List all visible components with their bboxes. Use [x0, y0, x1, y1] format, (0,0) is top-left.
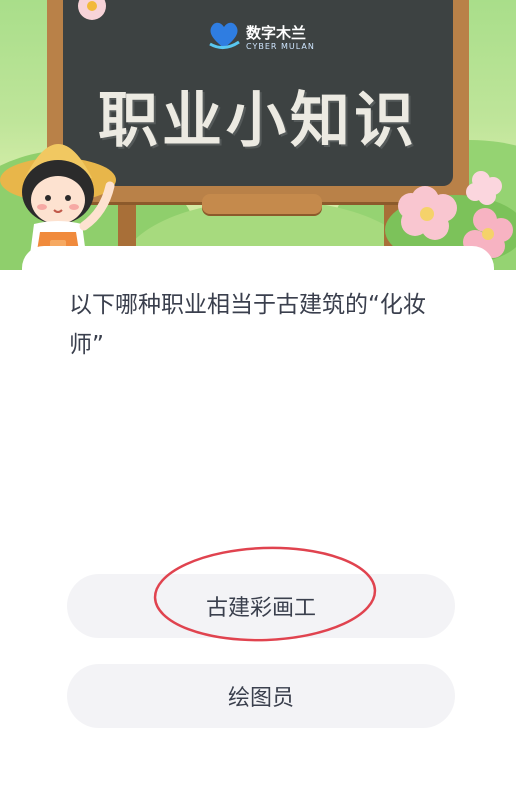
logo-english-text: CYBER MULAN — [246, 42, 315, 51]
answer-option-2[interactable]: 绘图员 — [67, 664, 455, 728]
answer-option-1[interactable]: 古建彩画工 — [67, 574, 455, 638]
chalkboard-ledge — [202, 194, 322, 214]
header-banner: 数字木兰 CYBER MULAN 职业小知识 — [0, 0, 516, 270]
girl-mascot-icon — [0, 144, 116, 270]
logo-chinese-text: 数字木兰 — [246, 24, 307, 42]
question-text: 以下哪种职业相当于古建筑的“化妆师” — [69, 292, 426, 358]
cyber-mulan-logo: 数字木兰 CYBER MULAN — [206, 18, 316, 54]
logo-heart-icon — [209, 22, 240, 49]
corner-flower-icon — [78, 0, 106, 20]
